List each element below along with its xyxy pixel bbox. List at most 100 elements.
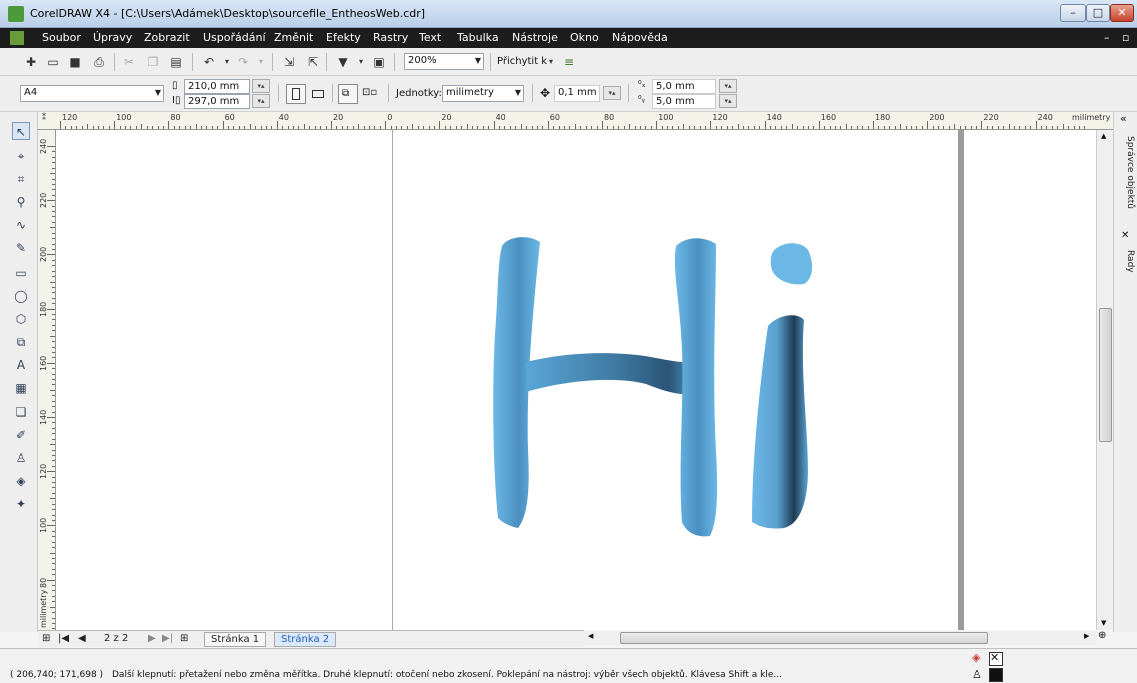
import-icon[interactable]: ⇲ bbox=[282, 55, 296, 69]
export-icon[interactable]: ⇱ bbox=[306, 55, 320, 69]
scroll-right-icon[interactable]: ▶ bbox=[1084, 632, 1089, 640]
duplicate-y-spinner[interactable]: ▾▴ bbox=[719, 94, 737, 108]
current-page-layout-icon[interactable]: ⊡▫ bbox=[362, 87, 377, 98]
horizontal-scrollbar[interactable]: ◀ ▶ bbox=[584, 631, 1096, 645]
zoom-tool-icon[interactable]: ⚲ bbox=[12, 193, 30, 211]
rectangle-tool-icon[interactable]: ▭ bbox=[12, 264, 30, 282]
scroll-down-icon[interactable]: ▼ bbox=[1101, 619, 1106, 627]
vertical-scroll-thumb[interactable] bbox=[1099, 308, 1112, 442]
duplicate-x-spinner[interactable]: ▾▴ bbox=[719, 79, 737, 93]
outline-color-swatch[interactable] bbox=[989, 668, 1003, 682]
page-height-spinner[interactable]: ▾▴ bbox=[252, 94, 270, 108]
menu-tabulka[interactable]: Tabulka bbox=[457, 31, 499, 44]
ruler-origin-icon[interactable]: ⁑ bbox=[42, 113, 46, 122]
nudge-distance-field[interactable]: 0,1 mm bbox=[554, 85, 600, 102]
menu-upravy[interactable]: Úpravy bbox=[93, 31, 132, 44]
first-page-icon[interactable]: |◀ bbox=[58, 633, 69, 644]
basic-shapes-tool-icon[interactable]: ⧉ bbox=[12, 333, 30, 351]
redo-icon[interactable]: ↷ bbox=[236, 55, 250, 69]
launcher-dropdown-icon[interactable]: ▾ bbox=[354, 55, 368, 69]
page-tab-1[interactable]: Stránka 1 bbox=[204, 632, 267, 647]
menu-nastroje[interactable]: Nástroje bbox=[512, 31, 558, 44]
navigator-icon[interactable]: ⊕ bbox=[1098, 630, 1106, 641]
add-page-after-icon[interactable]: ⊞ bbox=[180, 633, 188, 644]
horizontal-scroll-thumb[interactable] bbox=[620, 632, 988, 644]
last-page-icon[interactable]: ▶| bbox=[162, 633, 173, 644]
all-pages-layout-button[interactable]: ⧉ bbox=[338, 84, 358, 104]
print-icon[interactable]: ⎙ bbox=[92, 55, 106, 69]
snap-to-button[interactable]: Přichytit k bbox=[497, 56, 547, 67]
new-document-icon[interactable]: ✚ bbox=[24, 55, 38, 69]
menu-okno[interactable]: Okno bbox=[570, 31, 599, 44]
options-icon[interactable]: ≡ bbox=[562, 55, 576, 69]
docker-tab-object-manager[interactable]: Správce objektů bbox=[1117, 136, 1135, 209]
text-tool-icon[interactable]: A bbox=[12, 356, 30, 374]
pick-tool-icon[interactable]: ↖ bbox=[12, 122, 30, 140]
welcome-screen-icon[interactable]: ▣ bbox=[372, 55, 386, 69]
undo-icon[interactable]: ↶ bbox=[202, 55, 216, 69]
snap-dropdown-icon[interactable]: ▾ bbox=[544, 55, 558, 69]
polygon-tool-icon[interactable]: ⬡ bbox=[12, 310, 30, 328]
drawing-canvas[interactable] bbox=[56, 130, 1096, 630]
save-icon[interactable]: ■ bbox=[68, 55, 82, 69]
smart-fill-tool-icon[interactable]: ✎ bbox=[12, 239, 30, 257]
menu-text[interactable]: Text bbox=[419, 31, 441, 44]
menu-napoveda[interactable]: Nápověda bbox=[612, 31, 668, 44]
crop-tool-icon[interactable]: ⌗ bbox=[12, 170, 30, 188]
fill-none-swatch[interactable]: ✕ bbox=[989, 651, 1003, 666]
table-tool-icon[interactable]: ▦ bbox=[12, 379, 30, 397]
duplicate-distance-x-field[interactable]: 5,0 mm bbox=[652, 79, 716, 94]
maximize-button[interactable]: □ bbox=[1086, 4, 1110, 22]
duplicate-distance-y-field[interactable]: 5,0 mm bbox=[652, 94, 716, 109]
previous-page-icon[interactable]: ◀ bbox=[78, 633, 86, 644]
portrait-button[interactable] bbox=[286, 84, 306, 104]
page-height-field[interactable]: 297,0 mm bbox=[184, 94, 250, 109]
docker-close-button[interactable]: ✕ bbox=[1121, 230, 1129, 241]
document-minimize-button[interactable]: – bbox=[1104, 31, 1110, 44]
page-size-select[interactable]: A4 ▼ bbox=[20, 85, 164, 102]
landscape-button[interactable] bbox=[308, 84, 328, 104]
menu-efekty[interactable]: Efekty bbox=[326, 31, 361, 44]
menu-zmenit[interactable]: Změnit bbox=[274, 31, 313, 44]
docker-collapse-button[interactable]: « bbox=[1120, 112, 1127, 125]
ruler-h-tick bbox=[390, 126, 392, 129]
nudge-distance-spinner[interactable]: ▾▴ bbox=[603, 86, 621, 100]
minimize-button[interactable]: – bbox=[1060, 4, 1086, 22]
open-folder-icon[interactable]: ▭ bbox=[46, 55, 60, 69]
outline-tool-icon[interactable]: ♙ bbox=[12, 449, 30, 467]
close-button[interactable]: ✕ bbox=[1110, 4, 1134, 22]
horizontal-ruler[interactable]: ⁑ 120 100 80 60 40 20 0 20 40 60 80 100 120 140 160 180… bbox=[38, 112, 1113, 130]
docker-tab-hints[interactable]: Rady bbox=[1117, 250, 1135, 273]
shape-tool-icon[interactable]: ⌖ bbox=[12, 147, 30, 165]
paste-icon[interactable]: ▤ bbox=[169, 55, 183, 69]
freehand-tool-icon[interactable]: ∿ bbox=[12, 216, 30, 234]
vertical-ruler[interactable]: 240 220 200 180 160 140 120 100 80 milimetry bbox=[38, 130, 56, 630]
vertical-scrollbar[interactable]: ▲ ▼ bbox=[1096, 130, 1113, 630]
ellipse-tool-icon[interactable]: ◯ bbox=[12, 287, 30, 305]
units-select[interactable]: milimetry ▼ bbox=[442, 85, 524, 102]
menu-usporadani[interactable]: Uspořádání bbox=[203, 31, 266, 44]
page-width-spinner[interactable]: ▾▴ bbox=[252, 79, 270, 93]
scroll-left-icon[interactable]: ◀ bbox=[588, 632, 593, 640]
eyedropper-tool-icon[interactable]: ✐ bbox=[12, 426, 30, 444]
redo-dropdown-icon[interactable]: ▾ bbox=[254, 55, 268, 69]
cut-icon[interactable]: ✂ bbox=[122, 55, 136, 69]
next-page-icon[interactable]: ▶ bbox=[148, 633, 156, 644]
menu-zobrazit[interactable]: Zobrazit bbox=[144, 31, 190, 44]
zoom-level-select[interactable]: 200% ▼ bbox=[404, 53, 484, 70]
interactive-effects-tool-icon[interactable]: ❏ bbox=[12, 403, 30, 421]
document-restore-button[interactable]: ▫ bbox=[1122, 31, 1129, 44]
fill-tool-icon[interactable]: ◈ bbox=[12, 472, 30, 490]
page-width-field[interactable]: 210,0 mm bbox=[184, 79, 250, 94]
document-icon[interactable] bbox=[10, 31, 24, 45]
hi-artwork[interactable] bbox=[56, 130, 1096, 630]
undo-dropdown-icon[interactable]: ▾ bbox=[220, 55, 234, 69]
application-launcher-icon[interactable]: ▼ bbox=[336, 55, 350, 69]
page-tab-2[interactable]: Stránka 2 bbox=[274, 632, 337, 647]
menu-soubor[interactable]: Soubor bbox=[42, 31, 81, 44]
interactive-fill-tool-icon[interactable]: ✦ bbox=[12, 495, 30, 513]
menu-rastry[interactable]: Rastry bbox=[373, 31, 408, 44]
copy-icon[interactable]: ❐ bbox=[146, 55, 160, 69]
add-page-before-icon[interactable]: ⊞ bbox=[42, 633, 50, 644]
scroll-up-icon[interactable]: ▲ bbox=[1101, 132, 1106, 140]
